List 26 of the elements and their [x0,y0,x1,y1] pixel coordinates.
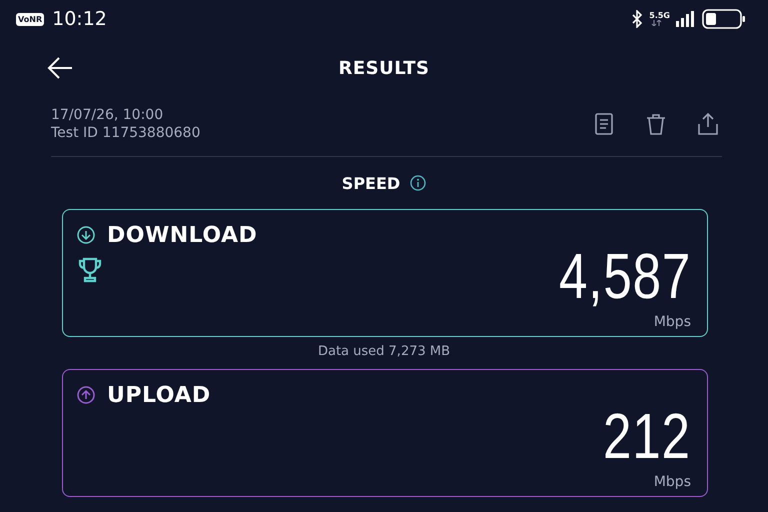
info-icon [410,175,426,191]
signal-icon [676,11,696,27]
info-button[interactable] [410,175,426,191]
clock-time: 10:12 [52,8,107,30]
network-type: 5.5G [649,12,670,20]
speed-unit: Mbps [654,314,691,330]
document-icon [592,112,616,136]
upload-icon [77,386,95,404]
data-used-text: Data used 7,273 MB [316,343,452,361]
speed-value: 212 [603,404,691,468]
trash-icon [644,112,668,136]
battery-icon [702,9,746,29]
section-title: SPEED [342,174,400,192]
card-label: UPLOAD [107,382,211,408]
back-arrow-icon [46,56,74,80]
data-arrows-icon [651,20,664,26]
card-label: DOWNLOAD [107,222,258,248]
page-title: RESULTS [338,58,430,78]
share-icon [696,112,720,136]
bluetooth-icon [631,10,644,28]
network-badge: VoNR [16,12,44,26]
download-icon [77,226,95,244]
speed-unit: Mbps [654,474,691,490]
test-id: Test ID 11753880680 [51,124,200,142]
speed-value: 4,587 [558,244,691,308]
test-date: 17/07/26, 10:00 [51,106,164,124]
